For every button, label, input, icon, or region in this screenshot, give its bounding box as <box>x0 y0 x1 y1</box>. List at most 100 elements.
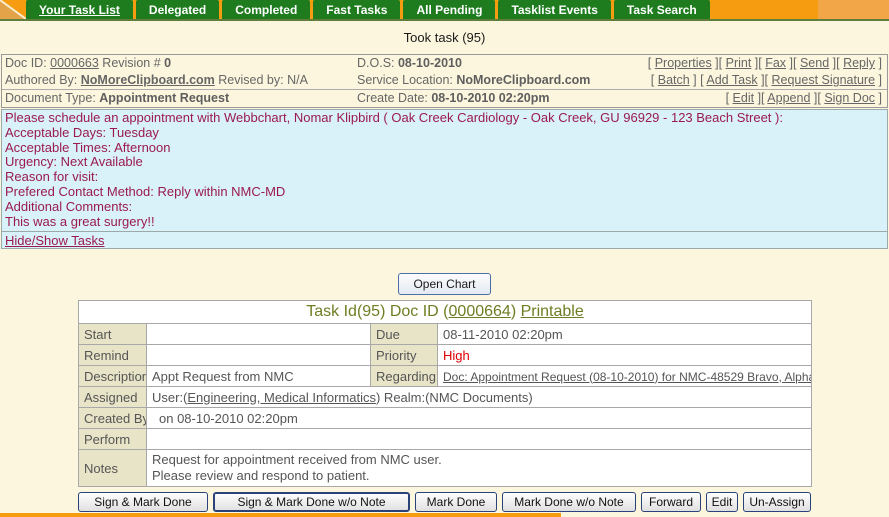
document-type-value: Appointment Request <box>99 91 230 105</box>
tab-delegated[interactable]: Delegated <box>135 0 220 19</box>
priority-label: Priority <box>370 344 438 366</box>
table-row: Remind Priority High <box>78 344 812 366</box>
service-location-row: Service Location: NoMoreClipboard.com <box>354 72 640 89</box>
table-row: Created By on 08-10-2010 02:20pm <box>78 407 812 429</box>
open-chart-button[interactable]: Open Chart <box>398 273 491 295</box>
document-header: Doc ID: 0000663 Revision # 0 D.O.S: 08-1… <box>1 54 888 108</box>
hide-show-tasks-row: Hide/Show Tasks <box>1 231 888 249</box>
assigned-label: Assigned <box>78 386 147 408</box>
notes-value: Request for appointment received from NM… <box>146 449 812 487</box>
tab-bar-right-segment <box>818 0 889 19</box>
create-date-row: Create Date: 08-10-2010 02:20pm <box>354 90 640 107</box>
revision-label: Revision # <box>98 56 165 70</box>
tab-all-pending[interactable]: All Pending <box>403 0 496 19</box>
tab-label: Tasklist Events <box>511 3 598 17</box>
perform-label: Perform <box>78 428 147 450</box>
priority-value: High <box>437 344 812 366</box>
notes-label: Notes <box>78 449 147 487</box>
task-action-buttons: Sign & Mark Done Sign & Mark Done w/o No… <box>78 492 812 512</box>
doc-action-edit-link[interactable]: Edit <box>733 91 755 105</box>
doc-action-fax-link[interactable]: Fax <box>765 56 786 70</box>
description-label: Description <box>78 365 147 387</box>
start-label: Start <box>78 323 147 345</box>
due-value: 08-11-2010 02:20pm <box>437 323 812 345</box>
mark-done-wo-note-button[interactable]: Mark Done w/o Note <box>502 492 636 512</box>
top-tab-bar: Your Task List Delegated Completed Fast … <box>0 0 889 21</box>
doc-actions-row-3: [ Edit ][ Append ][ Sign Doc ] <box>725 91 882 105</box>
message-line: Acceptable Days: Tuesday <box>5 124 159 140</box>
message-line: Acceptable Times: Afternoon <box>5 139 171 155</box>
start-value <box>146 323 371 345</box>
tab-your-task-list[interactable]: Your Task List <box>26 0 133 19</box>
message-line: Reason for visit: <box>5 169 99 185</box>
revised-label: Revised by: <box>214 73 288 87</box>
remind-label: Remind <box>78 344 147 366</box>
tab-bar-spacer <box>713 0 818 19</box>
tab-task-search[interactable]: Task Search <box>613 0 710 19</box>
page-title: Took task (95) <box>403 30 486 45</box>
task-title-row: Task Id(95) Doc ID (0000664) Printable <box>78 300 812 324</box>
doc-actions-row-1: [ Properties ][ Print ][ Fax ][ Send ][ … <box>647 56 882 70</box>
perform-value <box>146 428 812 450</box>
folder-corner-icon <box>0 0 26 19</box>
tab-fast-tasks[interactable]: Fast Tasks <box>313 0 401 19</box>
document-type-label: Document Type: <box>5 91 100 105</box>
bottom-orange-strip <box>0 513 561 517</box>
created-by-value: on 08-10-2010 02:20pm <box>146 407 812 429</box>
regarding-value: Doc: Appointment Request (08-10-2010) fo… <box>437 365 812 387</box>
doc-action-request-signature-link[interactable]: Request Signature <box>772 73 876 87</box>
revision-value: 0 <box>164 56 172 70</box>
create-date-label: Create Date: <box>357 91 432 105</box>
doc-id-link[interactable]: 0000663 <box>50 56 99 70</box>
description-value: Appt Request from NMC <box>146 365 371 387</box>
authored-label: Authored By: <box>5 73 81 87</box>
table-row: Perform <box>78 428 812 450</box>
regarding-doc-link[interactable]: Doc: Appointment Request (08-10-2010) fo… <box>443 370 811 384</box>
mark-done-button[interactable]: Mark Done <box>415 492 497 512</box>
created-by-label: Created By <box>78 407 147 429</box>
doc-action-send-link[interactable]: Send <box>800 56 829 70</box>
sign-mark-done-button[interactable]: Sign & Mark Done <box>78 492 208 512</box>
doc-action-reply-link[interactable]: Reply <box>843 56 875 70</box>
assigned-value: User:(Engineering, Medical Informatics) … <box>146 386 812 408</box>
tab-completed[interactable]: Completed <box>222 0 311 19</box>
tab-label: Your Task List <box>39 3 120 17</box>
tab-tasklist-events[interactable]: Tasklist Events <box>498 0 611 19</box>
message-line: Please schedule an appointment with Webb… <box>5 110 783 125</box>
doc-id-label: Doc ID: <box>5 56 51 70</box>
forward-button[interactable]: Forward <box>641 492 701 512</box>
notes-line: Please review and respond to patient. <box>152 468 370 483</box>
edit-button[interactable]: Edit <box>706 492 738 512</box>
printable-link[interactable]: Printable <box>521 303 584 320</box>
message-line: Prefered Contact Method: Reply within NM… <box>5 183 286 199</box>
assigned-pre: User:( <box>152 389 188 405</box>
remind-value <box>146 344 371 366</box>
task-doc-id-link[interactable]: 0000664 <box>449 303 511 320</box>
doc-action-print-link[interactable]: Print <box>726 56 752 70</box>
message-line: Additional Comments: <box>5 198 133 214</box>
doc-action-add-task-link[interactable]: Add Task <box>706 73 757 87</box>
sign-mark-done-wo-note-button[interactable]: Sign & Mark Done w/o Note <box>213 492 410 512</box>
service-location-label: Service Location: <box>357 73 457 87</box>
task-title-text: Task Id(95) Doc ID ( <box>306 303 449 320</box>
task-title-suffix: ) <box>510 303 521 320</box>
assigned-post: ) Realm:(NMC Documents) <box>375 389 533 405</box>
due-label: Due <box>370 323 438 345</box>
assigned-user-link[interactable]: Engineering, Medical Informatics <box>187 390 376 405</box>
doc-action-batch-link[interactable]: Batch <box>658 73 690 87</box>
authored-by-link[interactable]: NoMoreClipboard.com <box>81 73 215 87</box>
doc-action-sign-doc-link[interactable]: Sign Doc <box>824 91 875 105</box>
dos-label: D.O.S: <box>357 56 398 70</box>
doc-action-properties-link[interactable]: Properties <box>655 56 712 70</box>
tab-label: Fast Tasks <box>326 3 388 17</box>
table-row: Start Due 08-11-2010 02:20pm <box>78 323 812 345</box>
hide-show-tasks-link[interactable]: Hide/Show Tasks <box>5 233 104 248</box>
dos-row: D.O.S: 08-10-2010 <box>354 55 640 72</box>
doc-action-append-link[interactable]: Append <box>767 91 810 105</box>
tab-label: Completed <box>235 3 298 17</box>
tab-label: Task Search <box>626 3 697 17</box>
tab-label: All Pending <box>416 3 483 17</box>
notes-line: Request for appointment received from NM… <box>152 452 442 467</box>
un-assign-button[interactable]: Un-Assign <box>743 492 811 512</box>
regarding-label: Regarding <box>370 365 438 387</box>
